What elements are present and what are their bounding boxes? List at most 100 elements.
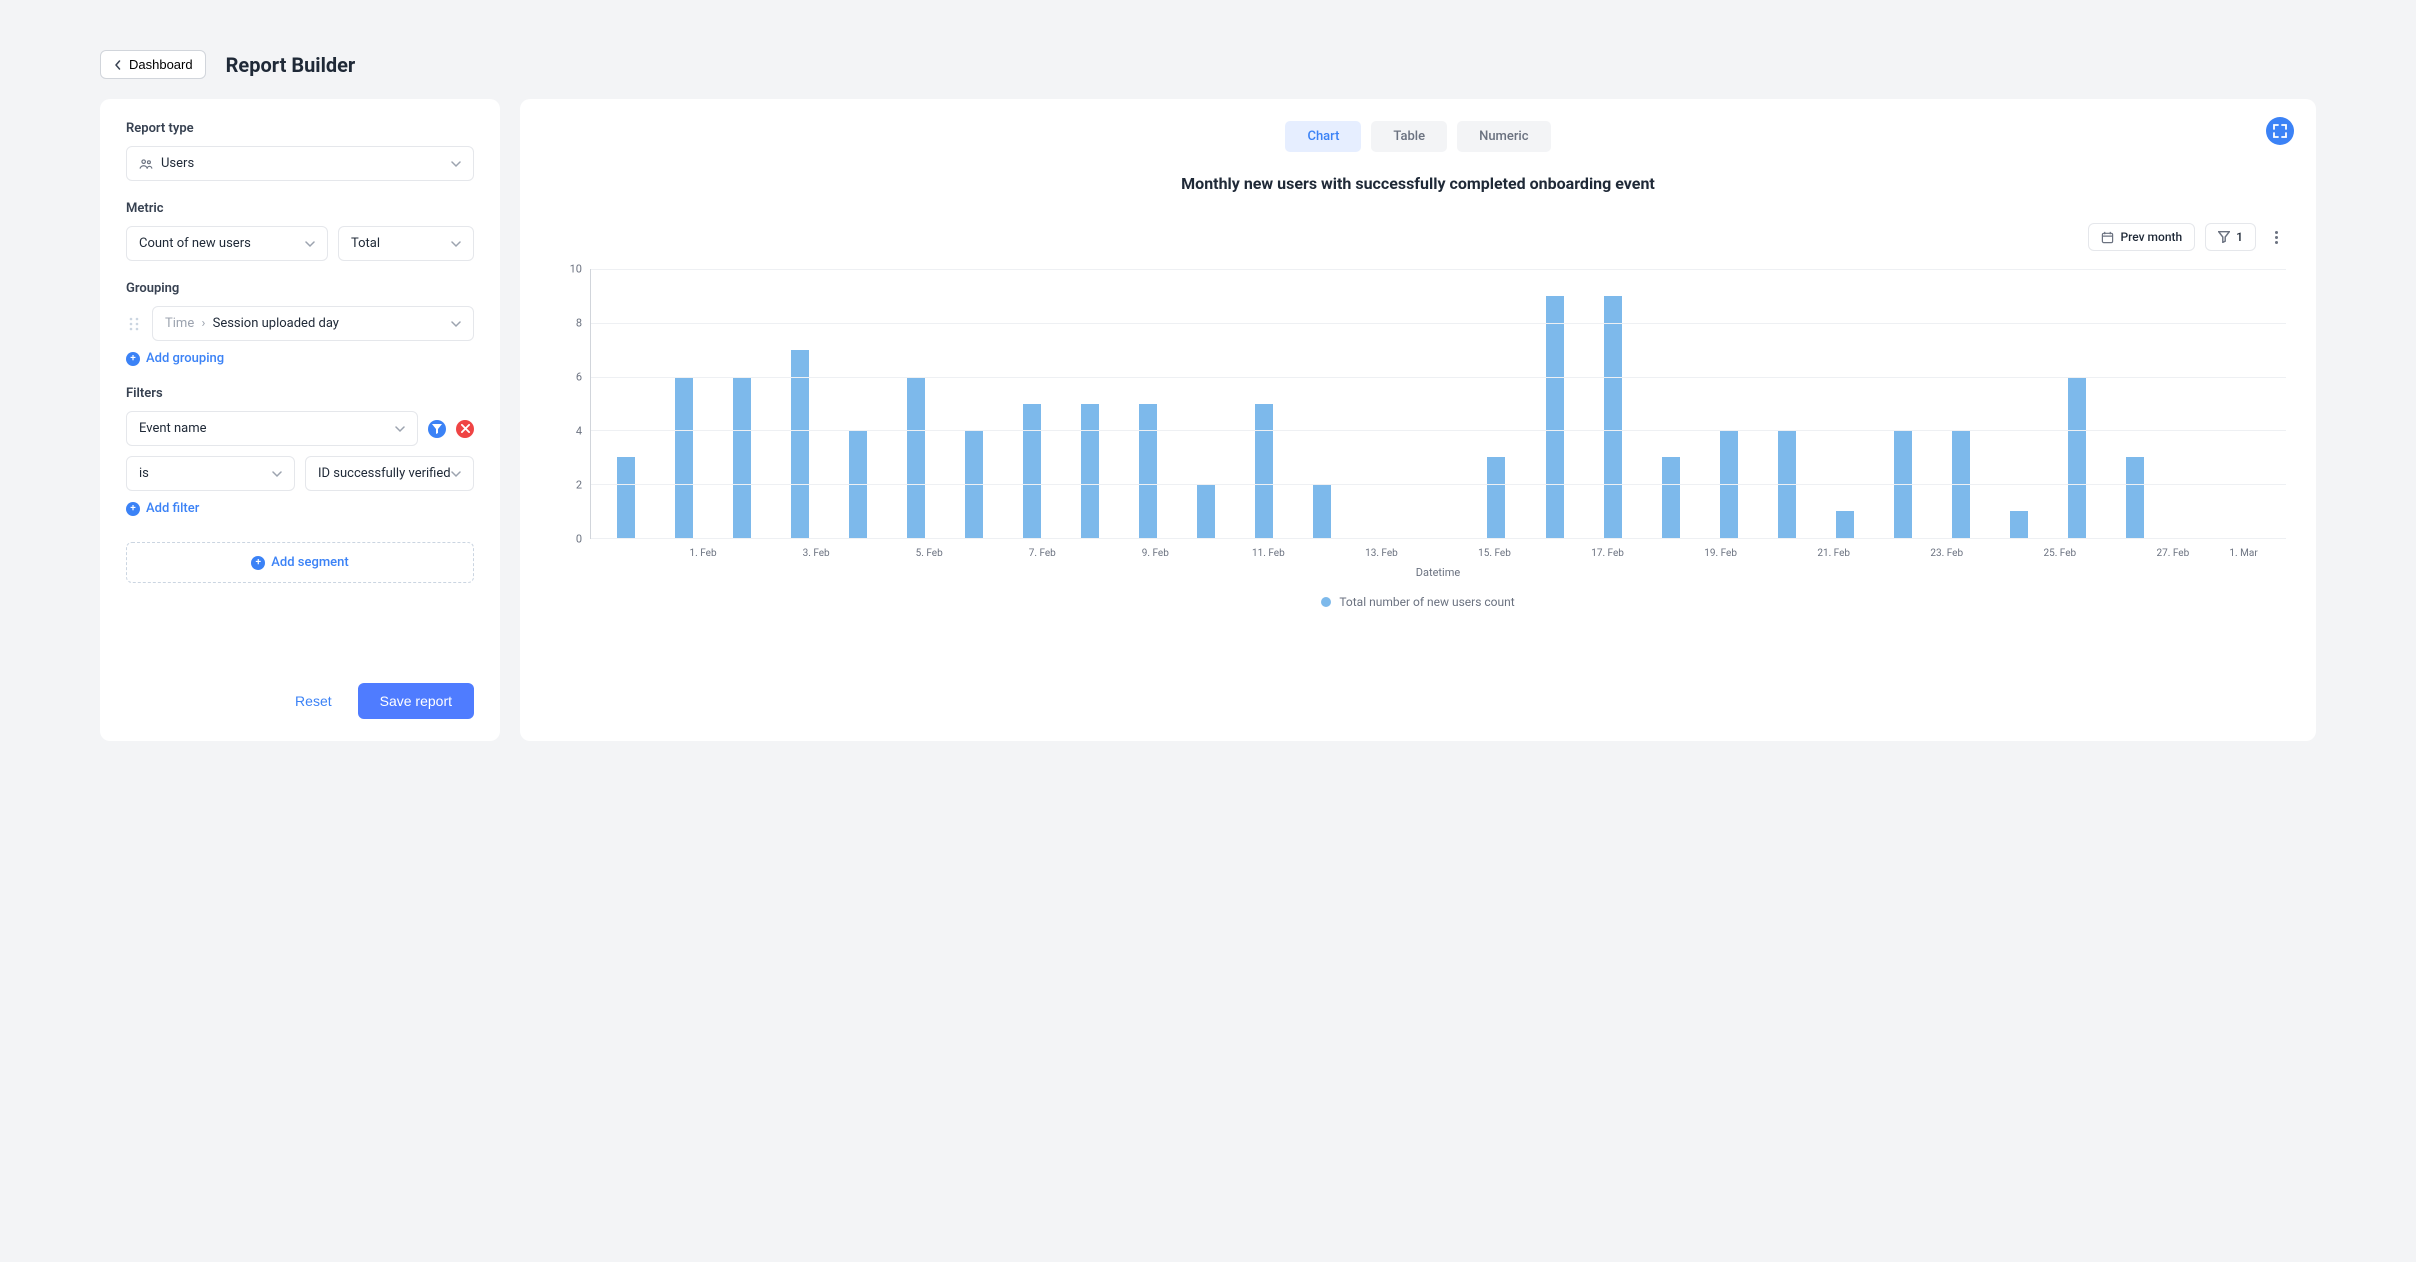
chart-bar[interactable]: [1604, 296, 1622, 538]
x-tick: 11. Feb: [1212, 548, 1325, 559]
chart-legend: Total number of new users count: [550, 595, 2286, 609]
chart-bar[interactable]: [1255, 404, 1273, 539]
report-type-select[interactable]: Users: [126, 146, 474, 181]
chart-panel: Chart Table Numeric Monthly new users wi…: [520, 99, 2316, 741]
chart-filter-count: 1: [2236, 230, 2243, 244]
x-tick: 5. Feb: [873, 548, 986, 559]
view-tabs: Chart Table Numeric: [550, 121, 2286, 152]
chart-bar[interactable]: [1487, 457, 1505, 538]
chart-title: Monthly new users with successfully comp…: [550, 174, 2286, 193]
grouping-prefix: Time: [165, 316, 194, 331]
filter-operator-select[interactable]: is: [126, 456, 295, 491]
x-tick: 1. Feb: [647, 548, 760, 559]
chart-bar[interactable]: [2068, 377, 2086, 538]
x-tick: 27. Feb: [2116, 548, 2229, 559]
filter-value-select[interactable]: ID successfully verified: [305, 456, 474, 491]
chevron-down-icon: [272, 469, 282, 479]
x-tick: 19. Feb: [1664, 548, 1777, 559]
funnel-icon: [432, 424, 442, 434]
y-tick: 10: [570, 263, 582, 276]
chart-bar[interactable]: [791, 350, 809, 538]
y-tick: 8: [576, 317, 582, 330]
chevron-down-icon: [451, 239, 461, 249]
add-segment-button[interactable]: + Add segment: [126, 542, 474, 583]
add-filter-label: Add filter: [146, 501, 199, 516]
funnel-icon: [2218, 231, 2230, 243]
plus-icon: +: [126, 352, 140, 366]
add-filter-button[interactable]: + Add filter: [126, 501, 474, 516]
chart-bar[interactable]: [1139, 404, 1157, 539]
chart-bar[interactable]: [733, 377, 751, 538]
y-tick: 0: [576, 533, 582, 546]
y-tick: 6: [576, 371, 582, 384]
header-row: Dashboard Report Builder: [100, 50, 2316, 79]
metric-agg-select[interactable]: Total: [338, 226, 474, 261]
x-tick: 3. Feb: [760, 548, 873, 559]
filter-operator-value: is: [139, 466, 149, 481]
filter-field-select[interactable]: Event name: [126, 411, 418, 446]
metric-value: Count of new users: [139, 236, 251, 251]
plus-icon: +: [126, 502, 140, 516]
legend-label: Total number of new users count: [1339, 595, 1514, 609]
x-tick: 1. Mar: [2229, 548, 2286, 559]
chevron-down-icon: [451, 159, 461, 169]
grouping-label: Grouping: [126, 281, 474, 296]
metric-select[interactable]: Count of new users: [126, 226, 328, 261]
tab-table[interactable]: Table: [1371, 121, 1447, 152]
filter-value-text: ID successfully verified: [318, 466, 451, 481]
expand-button[interactable]: [2266, 117, 2294, 145]
drag-handle-icon[interactable]: [126, 316, 142, 332]
add-grouping-label: Add grouping: [146, 351, 224, 366]
tab-numeric[interactable]: Numeric: [1457, 121, 1550, 152]
chevron-left-icon: [113, 60, 123, 70]
chart-more-button[interactable]: [2266, 231, 2286, 244]
chart-filter-button[interactable]: 1: [2205, 223, 2256, 251]
x-tick: 23. Feb: [1890, 548, 2003, 559]
filter-toggle-button[interactable]: [428, 420, 446, 438]
add-segment-label: Add segment: [271, 555, 348, 570]
chart-bar[interactable]: [2010, 511, 2028, 538]
x-tick: 21. Feb: [1777, 548, 1890, 559]
reset-button[interactable]: Reset: [277, 683, 350, 719]
page-title: Report Builder: [226, 53, 356, 77]
x-tick: 9. Feb: [1099, 548, 1212, 559]
chart-bar[interactable]: [907, 377, 925, 538]
chart-bar[interactable]: [1662, 457, 1680, 538]
back-to-dashboard-button[interactable]: Dashboard: [100, 50, 206, 79]
x-axis-label: Datetime: [590, 566, 2286, 579]
y-tick: 2: [576, 479, 582, 492]
metric-agg-value: Total: [351, 236, 380, 251]
x-tick: 15. Feb: [1438, 548, 1551, 559]
x-tick: 25. Feb: [2003, 548, 2116, 559]
close-icon: [461, 424, 470, 433]
chevron-down-icon: [395, 424, 405, 434]
chart-plot: [590, 269, 2286, 539]
grouping-select[interactable]: Time › Session uploaded day: [152, 306, 474, 341]
chart-bar[interactable]: [1197, 484, 1215, 538]
save-report-button[interactable]: Save report: [358, 683, 474, 719]
chart-area: 0246810 1. Feb3. Feb5. Feb7. Feb9. Feb11…: [550, 269, 2286, 589]
chart-bar[interactable]: [1081, 404, 1099, 539]
chart-bar[interactable]: [1546, 296, 1564, 538]
add-grouping-button[interactable]: + Add grouping: [126, 351, 474, 366]
chart-bar[interactable]: [675, 377, 693, 538]
chart-bar[interactable]: [1313, 484, 1331, 538]
chart-bar[interactable]: [2126, 457, 2144, 538]
back-label: Dashboard: [129, 57, 193, 72]
x-tick: 7. Feb: [986, 548, 1099, 559]
chart-bar[interactable]: [1023, 404, 1041, 539]
grouping-value: Session uploaded day: [213, 316, 339, 331]
report-type-label: Report type: [126, 121, 474, 136]
chart-bar[interactable]: [1836, 511, 1854, 538]
config-panel: Report type Users Metric Count of new us…: [100, 99, 500, 741]
filters-label: Filters: [126, 386, 474, 401]
y-tick: 4: [576, 425, 582, 438]
remove-filter-button[interactable]: [456, 420, 474, 438]
date-range-button[interactable]: Prev month: [2088, 223, 2195, 251]
chart-bar[interactable]: [617, 457, 635, 538]
tab-chart[interactable]: Chart: [1285, 121, 1361, 152]
chevron-down-icon: [451, 319, 461, 329]
chevron-down-icon: [305, 239, 315, 249]
date-range-label: Prev month: [2120, 230, 2182, 244]
report-type-value: Users: [161, 156, 194, 171]
